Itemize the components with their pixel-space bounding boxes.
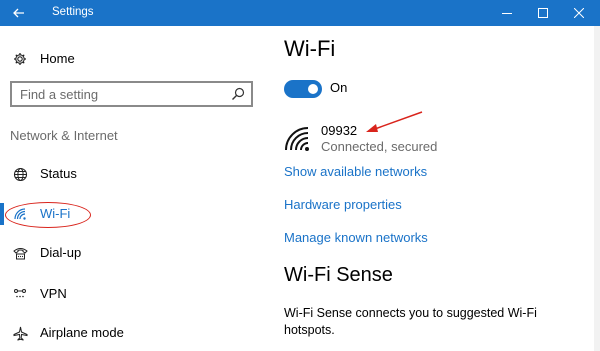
minimize-button[interactable] — [489, 0, 525, 26]
section-heading: Network & Internet — [10, 128, 118, 143]
back-button[interactable] — [0, 0, 38, 26]
manage-known-networks-link[interactable]: Manage known networks — [284, 230, 428, 245]
window-title: Settings — [52, 6, 94, 18]
maximize-button[interactable] — [525, 0, 561, 26]
highlight-oval — [5, 202, 91, 228]
wifi-sense-heading: Wi-Fi Sense — [284, 264, 393, 286]
network-status: Connected, secured — [321, 139, 438, 154]
minimize-icon — [502, 13, 512, 14]
wifi-sense-description: Wi-Fi Sense connects you to suggested Wi… — [284, 306, 537, 337]
sidebar-item-label: Home — [40, 51, 75, 66]
toggle-state-label: On — [330, 80, 348, 95]
red-arrow-annotation — [366, 111, 423, 132]
page-title: Wi-Fi — [284, 36, 336, 61]
maximize-icon — [538, 8, 548, 18]
sidebar-item-label: Airplane mode — [40, 325, 124, 340]
sidebar-item-airplane-mode[interactable]: Airplane mode — [0, 318, 262, 348]
toggle-knob — [308, 84, 318, 94]
close-button[interactable] — [561, 0, 597, 26]
title-bar: Settings — [0, 0, 600, 26]
wifi-toggle[interactable] — [284, 80, 322, 98]
sidebar-item-dialup[interactable]: Dial-up — [0, 238, 262, 268]
back-arrow-icon — [13, 8, 24, 18]
globe-status-icon — [12, 166, 28, 182]
network-name[interactable]: 09932 — [321, 123, 357, 138]
search-input[interactable]: Find a setting — [10, 81, 253, 107]
sidebar-item-vpn[interactable]: VPN — [0, 279, 262, 309]
sidebar: Home Find a setting Network & Internet S… — [0, 26, 262, 351]
dialup-phone-icon — [12, 245, 28, 261]
gear-icon — [12, 51, 28, 67]
vpn-icon — [12, 286, 28, 302]
sidebar-item-home[interactable]: Home — [0, 44, 262, 74]
main-pane: Wi-Fi On 09932 Connected, secured Show a… — [262, 26, 600, 351]
airplane-icon — [12, 325, 28, 341]
sidebar-item-label: Dial-up — [40, 245, 82, 260]
hardware-properties-link[interactable]: Hardware properties — [284, 197, 402, 212]
sidebar-item-label: VPN — [40, 286, 67, 301]
wifi-signal-icon[interactable] — [284, 126, 310, 152]
close-icon — [574, 8, 584, 18]
sidebar-item-status[interactable]: Status — [0, 159, 262, 189]
search-placeholder: Find a setting — [20, 87, 99, 102]
sidebar-item-label: Status — [40, 166, 77, 181]
search-icon[interactable] — [231, 87, 245, 101]
show-available-networks-link[interactable]: Show available networks — [284, 164, 427, 179]
scrollbar[interactable] — [594, 26, 600, 351]
